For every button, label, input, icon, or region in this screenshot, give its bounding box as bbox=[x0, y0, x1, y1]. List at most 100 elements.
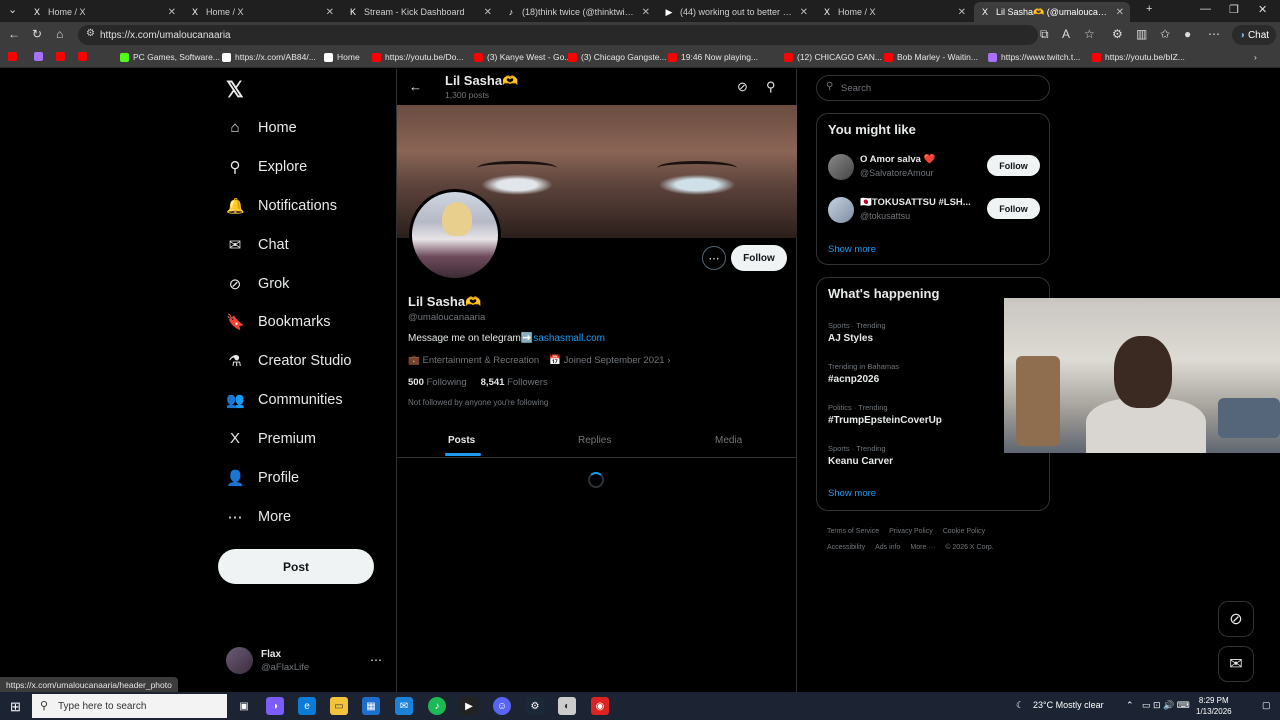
favorite-star-icon[interactable]: ☆ bbox=[1084, 27, 1095, 41]
profile-photo[interactable] bbox=[409, 189, 501, 281]
discord-app-icon[interactable]: ☺ bbox=[493, 697, 511, 715]
close-tab-icon[interactable]: ✕ bbox=[800, 7, 808, 18]
bookmark-item[interactable]: 19:46 Now playing... bbox=[668, 52, 758, 62]
search-input[interactable]: ⚲ Search bbox=[816, 75, 1050, 101]
follow-button[interactable]: Follow bbox=[731, 245, 787, 271]
nav-item-explore[interactable]: ⚲ Explore bbox=[226, 158, 308, 176]
footer-link[interactable]: Accessibility bbox=[827, 544, 865, 551]
profile-avatar-icon[interactable]: ● bbox=[1184, 27, 1191, 41]
post-button[interactable]: Post bbox=[218, 549, 374, 584]
site-info-icon[interactable]: ⚙ bbox=[86, 28, 95, 39]
maximize-icon[interactable]: ❐ bbox=[1229, 3, 1239, 16]
suggestion-item[interactable]: 🇯🇵TOKUSATTSU #LSH... @tokusattsu Follow bbox=[828, 195, 1042, 225]
spotify-app-icon[interactable]: ♪ bbox=[428, 697, 446, 715]
bookmark-item[interactable] bbox=[78, 52, 91, 61]
favorites-icon[interactable]: ✩ bbox=[1160, 27, 1170, 41]
notifications-icon[interactable]: ▢ bbox=[1262, 700, 1271, 711]
show-more-link[interactable]: Show more bbox=[828, 488, 876, 499]
browser-tab[interactable]: X Home / X ✕ bbox=[184, 2, 340, 22]
footer-link[interactable]: More ··· bbox=[910, 544, 935, 551]
account-switcher[interactable]: Flax @aFlaxLife ⋯ bbox=[226, 647, 386, 677]
bookmark-item[interactable]: Home bbox=[324, 52, 360, 62]
system-clock[interactable]: 8:29 PM 1/13/2026 bbox=[1196, 695, 1232, 717]
back-icon[interactable]: ← bbox=[8, 27, 20, 41]
browser-tab[interactable]: K Stream - Kick Dashboard ✕ bbox=[342, 2, 498, 22]
bookmark-item[interactable]: https://x.com/AB84/... bbox=[222, 52, 316, 62]
close-tab-icon[interactable]: ✕ bbox=[326, 7, 334, 18]
home-icon[interactable]: ⌂ bbox=[56, 27, 63, 41]
suggestion-item[interactable]: O Amor salva ❤️ @SalvatoreAmour Follow bbox=[828, 152, 1042, 182]
tab-media[interactable]: Media bbox=[715, 435, 742, 446]
tab-search-icon[interactable]: ⌄ bbox=[8, 3, 17, 16]
nav-item-premium[interactable]: X Premium bbox=[226, 430, 316, 447]
close-window-icon[interactable]: ✕ bbox=[1258, 3, 1267, 16]
split-screen-icon[interactable]: ▥ bbox=[1136, 27, 1147, 41]
grok-icon[interactable]: ⊘ bbox=[737, 79, 748, 95]
bookmark-item[interactable]: (12) CHICAGO GAN... bbox=[784, 52, 882, 62]
footer-link[interactable]: Cookie Policy bbox=[943, 528, 985, 535]
nav-item-bookmarks[interactable]: 🔖 Bookmarks bbox=[226, 313, 331, 331]
nav-item-notifications[interactable]: 🔔 Notifications bbox=[226, 197, 337, 215]
reload-icon[interactable]: ↻ bbox=[32, 27, 42, 41]
bookmark-item[interactable]: (3) Chicago Gangste... bbox=[568, 52, 667, 62]
back-arrow-icon[interactable]: ← bbox=[409, 79, 422, 94]
browser-tab[interactable]: ▶ (44) working out to better my he ✕ bbox=[658, 2, 814, 22]
new-tab-button[interactable]: + bbox=[1146, 3, 1152, 15]
nav-item-profile[interactable]: 👤 Profile bbox=[226, 469, 299, 487]
bookmark-item[interactable]: https://www.twitch.t... bbox=[988, 52, 1080, 62]
mail-app-icon[interactable]: ✉ bbox=[395, 697, 413, 715]
browser-tab[interactable]: X Home / X ✕ bbox=[816, 2, 972, 22]
copilot-chat-button[interactable]: ◑ Chat bbox=[1232, 25, 1276, 45]
app-icon[interactable]: ▶ bbox=[460, 697, 478, 715]
bookmark-item[interactable] bbox=[8, 52, 21, 61]
bookmark-item[interactable]: (3) Kanye West - Go... bbox=[474, 52, 571, 62]
tab-replies[interactable]: Replies bbox=[578, 435, 611, 446]
close-tab-icon[interactable]: ✕ bbox=[484, 7, 492, 18]
messages-fab-icon[interactable]: ✉ bbox=[1218, 646, 1254, 682]
followers-link[interactable]: 8,541 Followers bbox=[481, 377, 548, 388]
following-link[interactable]: 500 Following bbox=[408, 377, 467, 388]
copilot-app-icon[interactable]: ◑ bbox=[266, 697, 284, 715]
minimize-icon[interactable]: — bbox=[1200, 3, 1211, 15]
tab-posts[interactable]: Posts bbox=[448, 435, 475, 446]
search-icon[interactable]: ⚲ bbox=[766, 79, 776, 95]
grok-fab-icon[interactable]: ⊘ bbox=[1218, 601, 1254, 637]
windows-start-icon[interactable]: ⊞ bbox=[10, 699, 21, 715]
joined-date[interactable]: 📅 Joined September 2021 › bbox=[549, 355, 670, 366]
tray-icons[interactable]: ▭ ⊡ 🔊 ⌨ bbox=[1142, 700, 1190, 711]
file-explorer-icon[interactable]: ▭ bbox=[330, 697, 348, 715]
footer-link[interactable]: Ads info bbox=[875, 544, 900, 551]
nav-item-home[interactable]: ⌂ Home bbox=[226, 119, 296, 136]
weather-text[interactable]: 23°C Mostly clear bbox=[1033, 700, 1104, 710]
x-logo-icon[interactable]: 𝕏 bbox=[226, 77, 244, 103]
bookmark-item[interactable] bbox=[56, 52, 69, 61]
close-tab-icon[interactable]: ✕ bbox=[642, 7, 650, 18]
settings-menu-icon[interactable]: ⋯ bbox=[1208, 27, 1220, 41]
nav-item-more[interactable]: ⋯ More bbox=[226, 508, 292, 526]
install-icon[interactable]: ⧉ bbox=[1040, 27, 1049, 42]
nav-item-communities[interactable]: 👥 Communities bbox=[226, 391, 343, 409]
extensions-icon[interactable]: ⚙ bbox=[1112, 27, 1123, 41]
close-tab-icon[interactable]: ✕ bbox=[168, 7, 176, 18]
browser-tab[interactable]: X Lil Sasha🫶 (@umaloucanaaria) / ✕ bbox=[974, 2, 1130, 22]
task-view-icon[interactable]: ▣ bbox=[235, 697, 253, 715]
bookmarks-overflow-icon[interactable]: › bbox=[1254, 52, 1257, 62]
edge-app-icon[interactable]: e bbox=[298, 697, 316, 715]
close-tab-icon[interactable]: ✕ bbox=[1116, 7, 1124, 18]
follow-button[interactable]: Follow bbox=[987, 198, 1040, 219]
steam-app-icon[interactable]: ⚙ bbox=[526, 697, 544, 715]
browser-tab[interactable]: ♪ (18)think twice (@thinktwice101 ✕ bbox=[500, 2, 656, 22]
nav-item-creator-studio[interactable]: ⚗ Creator Studio bbox=[226, 352, 351, 370]
bookmark-item[interactable]: https://youtu.be/Do... bbox=[372, 52, 463, 62]
read-aloud-icon[interactable]: A bbox=[1062, 27, 1070, 41]
taskbar-search-input[interactable]: ⚲ Type here to search bbox=[32, 694, 227, 718]
bio-link[interactable]: sashasmall.com bbox=[533, 333, 605, 344]
show-hidden-icons[interactable]: ⌃ bbox=[1126, 700, 1134, 711]
bookmark-item[interactable] bbox=[34, 52, 47, 61]
obs-app-icon[interactable]: ◉ bbox=[591, 697, 609, 715]
more-options-button[interactable]: ⋯ bbox=[702, 246, 726, 270]
app-icon[interactable]: ◐ bbox=[558, 697, 576, 715]
bookmark-item[interactable]: Bob Marley - Waitin... bbox=[884, 52, 978, 62]
store-app-icon[interactable]: ▦ bbox=[362, 697, 380, 715]
bookmark-item[interactable]: PC Games, Software... bbox=[120, 52, 220, 62]
